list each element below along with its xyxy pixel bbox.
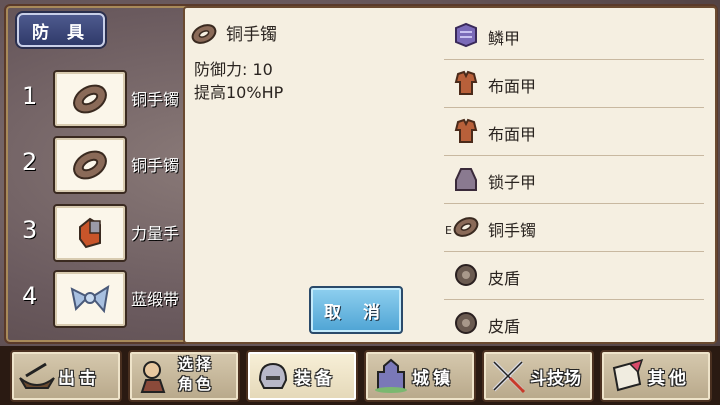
slot-label: 铜手镯 [131, 90, 180, 109]
menu-label: 其他 [648, 369, 690, 389]
menu-sortie-button[interactable]: 出击 [10, 350, 122, 402]
list-item-label: 布面甲 [488, 77, 537, 96]
equip-slot-1[interactable]: 1 铜手镯 [0, 68, 184, 130]
item-stat-effect: 提高10%HP [194, 83, 284, 102]
scale-armor-icon [455, 22, 477, 48]
item-name: 铜手镯 [226, 25, 277, 45]
slot-number: 4 [22, 282, 38, 310]
slot-icon-frame [53, 70, 127, 128]
category-tab[interactable]: 防 具 [17, 13, 105, 47]
slot-icon-frame [53, 270, 127, 328]
slot-icon-frame [53, 136, 127, 194]
slot-number: 3 [22, 216, 38, 244]
bracelet-icon [453, 217, 479, 237]
bracelet-icon [191, 24, 217, 44]
equip-slot-3[interactable]: 3 力量手 [0, 202, 184, 264]
shield-icon [455, 312, 477, 334]
castle-icon [375, 358, 407, 393]
list-item[interactable]: 布面甲 [444, 108, 704, 156]
cloth-armor-icon [454, 118, 478, 143]
equipped-marker: E [445, 224, 452, 237]
menu-label: 装备 [294, 369, 336, 389]
bracelet-icon [73, 84, 107, 114]
menu-arena-button[interactable]: 斗技场 [482, 350, 594, 402]
list-item-label: 铜手镯 [488, 221, 537, 240]
list-item-equipped[interactable]: E 铜手镯 [444, 204, 704, 252]
slot-number: 2 [22, 148, 38, 176]
cancel-button[interactable]: 取 消 [309, 286, 403, 334]
slot-icon-frame [53, 204, 127, 262]
menu-label: 城镇 [412, 369, 454, 389]
list-item[interactable]: 布面甲 [444, 60, 704, 108]
ship-icon [19, 362, 55, 389]
slot-number: 1 [22, 82, 38, 110]
scroll-icon [612, 358, 644, 392]
list-item-label: 鳞甲 [488, 29, 521, 48]
chainmail-icon [455, 168, 477, 191]
menu-town-button[interactable]: 城镇 [364, 350, 476, 402]
slot-label: 铜手镯 [131, 156, 180, 175]
swords-icon [492, 360, 526, 394]
cloth-armor-icon [454, 70, 478, 95]
menu-other-button[interactable]: 其他 [600, 350, 712, 402]
bracelet-icon [73, 150, 107, 180]
list-item[interactable]: 皮盾 [444, 300, 704, 347]
ribbon-icon [70, 284, 110, 314]
menu-label: 选择 角色 [178, 355, 215, 393]
shield-icon [455, 264, 477, 286]
menu-label: 出击 [58, 369, 100, 389]
list-item-label: 皮盾 [488, 269, 521, 288]
menu-select-character-button[interactable]: 选择 角色 [128, 350, 240, 402]
equip-slot-4[interactable]: 4 蓝缎带 [0, 268, 184, 330]
gauntlet-icon [79, 217, 101, 249]
slot-label: 力量手 [131, 224, 180, 243]
list-item-label: 布面甲 [488, 125, 537, 144]
item-stat-defense: 防御力: 10 [194, 60, 273, 79]
bottom-menu: 出击 选择 角色 装备 城镇 斗技场 其他 [0, 346, 720, 405]
list-item[interactable]: 皮盾 [444, 252, 704, 300]
list-item[interactable]: 锁子甲 [444, 156, 704, 204]
slot-label: 蓝缎带 [131, 290, 180, 309]
helmet-icon [258, 362, 288, 389]
list-item-label: 皮盾 [488, 317, 521, 336]
list-item-label: 锁子甲 [488, 173, 537, 192]
menu-label: 斗技场 [530, 369, 581, 389]
inventory-list: 鳞甲 布面甲 布面甲 锁子甲 E 铜手镯 皮盾 皮盾 [444, 12, 704, 347]
list-item[interactable]: 鳞甲 [444, 12, 704, 60]
menu-equipment-button[interactable]: 装备 [246, 350, 358, 402]
equip-slot-2[interactable]: 2 铜手镯 [0, 134, 184, 196]
character-icon [140, 361, 166, 393]
